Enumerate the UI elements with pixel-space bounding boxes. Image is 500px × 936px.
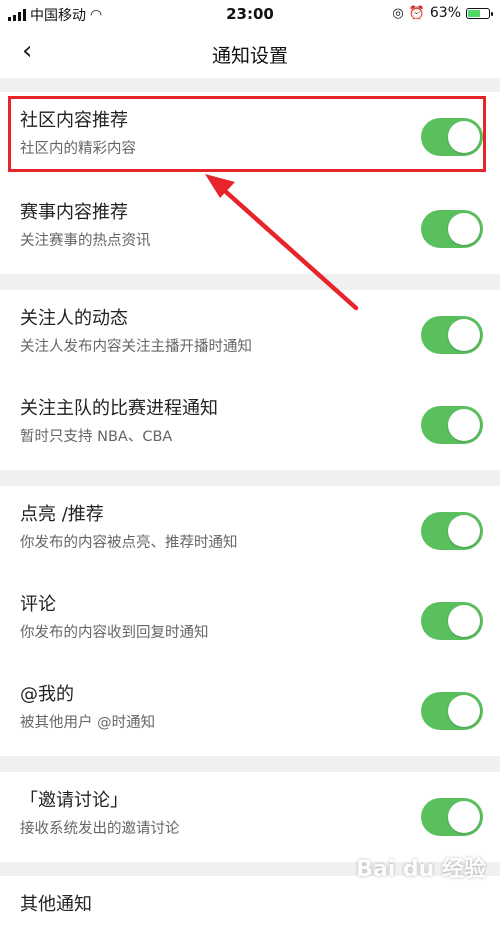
toggle-invite[interactable] [421, 798, 483, 836]
battery-icon [466, 7, 493, 19]
setting-title: @我的 [20, 684, 74, 705]
setting-desc: 被其他用户 @时通知 [20, 715, 156, 731]
section-gap [0, 274, 500, 290]
setting-desc: 关注人发布内容关注主播开播时通知 [20, 339, 252, 355]
toggle-knob [448, 319, 480, 351]
setting-row-like[interactable]: 点亮 /推荐 你发布的内容被点亮、推荐时通知 [0, 486, 500, 576]
status-left: 中国移动 ◠ [8, 5, 102, 25]
setting-row-other[interactable]: 其他通知 [0, 876, 500, 936]
setting-title: 关注主队的比赛进程通知 [20, 398, 218, 419]
setting-title: 关注人的动态 [20, 308, 128, 329]
status-right: ◎ ⏰ 63% [392, 5, 493, 21]
toggle-like[interactable] [421, 512, 483, 550]
toggle-knob [448, 409, 480, 441]
setting-row-following[interactable]: 关注人的动态 关注人发布内容关注主播开播时通知 [0, 290, 500, 380]
setting-title: 点亮 /推荐 [20, 504, 104, 525]
setting-desc: 社区内的精彩内容 [20, 141, 136, 157]
setting-desc: 你发布的内容收到回复时通知 [20, 625, 209, 641]
section-gap [0, 470, 500, 486]
setting-row-team[interactable]: 关注主队的比赛进程通知 暂时只支持 NBA、CBA [0, 380, 500, 470]
setting-row-match[interactable]: 赛事内容推荐 关注赛事的热点资讯 [0, 182, 500, 274]
toggle-knob [448, 801, 480, 833]
settings-list: 社区内容推荐 社区内的精彩内容 赛事内容推荐 关注赛事的热点资讯 关注人的动态 … [0, 78, 500, 936]
setting-row-community[interactable]: 社区内容推荐 社区内的精彩内容 [0, 92, 500, 182]
setting-desc: 暂时只支持 NBA、CBA [20, 429, 173, 445]
toggle-knob [448, 121, 480, 153]
setting-row-invite[interactable]: 「邀请讨论」 接收系统发出的邀请讨论 [0, 772, 500, 862]
toggle-following[interactable] [421, 316, 483, 354]
wifi-icon: ◠ [90, 7, 103, 23]
toggle-knob [448, 605, 480, 637]
setting-title: 社区内容推荐 [20, 110, 128, 131]
setting-desc: 关注赛事的热点资讯 [20, 233, 151, 249]
toggle-knob [448, 515, 480, 547]
toggle-mention[interactable] [421, 692, 483, 730]
section-gap [0, 756, 500, 772]
setting-title: 评论 [20, 594, 56, 615]
battery-fill [468, 9, 480, 17]
toggle-knob [448, 213, 480, 245]
alarm-icon: ⏰ [408, 5, 425, 21]
section-gap [0, 78, 500, 92]
carrier-label: 中国移动 [30, 8, 86, 24]
page-title: 通知设置 [211, 45, 288, 67]
setting-row-mention[interactable]: @我的 被其他用户 @时通知 [0, 666, 500, 756]
toggle-match[interactable] [421, 210, 483, 248]
setting-title: 赛事内容推荐 [20, 202, 128, 223]
setting-desc: 你发布的内容被点亮、推荐时通知 [20, 535, 238, 551]
toggle-comment[interactable] [421, 602, 483, 640]
signal-icon [8, 9, 26, 21]
status-bar: 中国移动 ◠ 23:00 ◎ ⏰ 63% [0, 0, 500, 28]
toggle-knob [448, 695, 480, 727]
setting-title: 其他通知 [20, 894, 92, 915]
nav-bar: ‹ 通知设置 [0, 28, 500, 78]
setting-title: 「邀请讨论」 [20, 790, 128, 811]
toggle-community[interactable] [421, 118, 483, 156]
orientation-lock-icon: ◎ [392, 5, 404, 21]
watermark: Bai du 经验 [356, 857, 486, 882]
setting-desc: 接收系统发出的邀请讨论 [20, 821, 180, 837]
setting-row-comment[interactable]: 评论 你发布的内容收到回复时通知 [0, 576, 500, 666]
toggle-team[interactable] [421, 406, 483, 444]
battery-percent: 63% [429, 5, 461, 21]
